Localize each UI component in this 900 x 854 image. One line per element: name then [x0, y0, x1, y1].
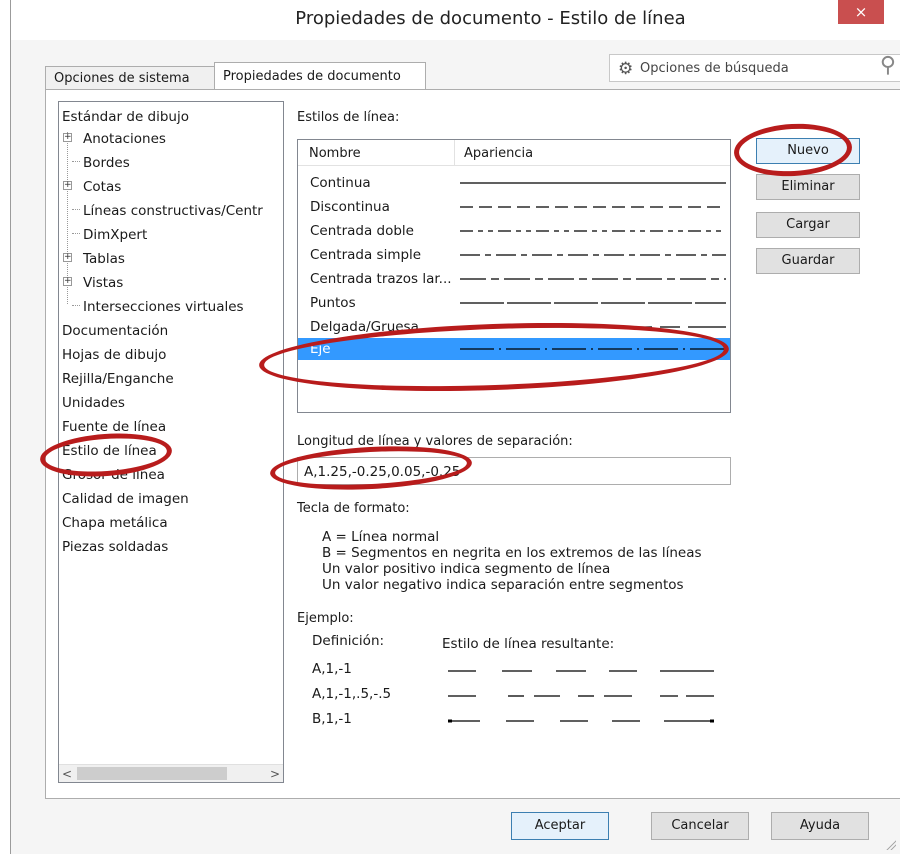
delete-button[interactable]: Eliminar	[756, 174, 860, 200]
tree-item-units[interactable]: Unidades	[62, 392, 125, 414]
line-preview-dashed	[460, 206, 726, 208]
tree-item-grid-snap[interactable]: Rejilla/Enganche	[62, 368, 174, 390]
cancel-button[interactable]: Cancelar	[651, 812, 749, 840]
tree-connector	[72, 209, 80, 210]
format-key-label: Tecla de formato:	[297, 501, 410, 516]
resize-grip-icon[interactable]	[884, 838, 896, 850]
tree-item-annotations[interactable]: Anotaciones	[83, 128, 166, 150]
tree-connector	[72, 233, 80, 234]
format-key-line: B = Segmentos en negrita en los extremos…	[322, 545, 702, 561]
style-name: Centrada simple	[310, 247, 422, 263]
tree-item-sheet-metal[interactable]: Chapa metálica	[62, 512, 168, 534]
format-key-line: A = Línea normal	[322, 529, 440, 545]
list-item[interactable]: Delgada/Gruesa	[298, 316, 730, 338]
tree-item-drawing-sheets[interactable]: Hojas de dibujo	[62, 344, 166, 366]
list-item[interactable]: Centrada trazos lar...	[298, 268, 730, 290]
style-name: Puntos	[310, 295, 356, 311]
tree-item-drawing-standard[interactable]: Estándar de dibujo	[62, 106, 189, 128]
help-button[interactable]: Ayuda	[771, 812, 869, 840]
style-name: Centrada doble	[310, 223, 414, 239]
tree-item-dimensions[interactable]: Cotas	[83, 176, 121, 198]
list-item-selected[interactable]: Eje	[298, 338, 730, 360]
length-values-field[interactable]: A,1.25,-0.25,0.05,-0.25	[297, 457, 731, 485]
tree-item-borders[interactable]: Bordes	[83, 152, 130, 174]
scroll-thumb[interactable]	[77, 767, 227, 780]
example-label: Ejemplo:	[297, 611, 354, 626]
tree-item-dimxpert[interactable]: DimXpert	[83, 224, 147, 246]
example-definition: A,1,-1,.5,-.5	[312, 686, 392, 702]
tree-item-weldments[interactable]: Piezas soldadas	[62, 536, 168, 558]
ok-button[interactable]: Aceptar	[511, 812, 609, 840]
line-preview-continuous	[460, 182, 726, 184]
new-button[interactable]: Nuevo	[756, 138, 860, 164]
format-key-line: Un valor positivo indica segmento de lín…	[322, 561, 611, 577]
line-preview-center-double	[460, 230, 726, 232]
list-header: Nombre Apariencia	[298, 140, 730, 166]
gear-icon[interactable]: ⚙	[618, 59, 633, 79]
expand-icon[interactable]: +	[63, 181, 72, 190]
window-title: Propiedades de documento - Estilo de lín…	[295, 8, 686, 29]
style-name: Delgada/Gruesa	[310, 319, 419, 335]
scroll-left-icon[interactable]: <	[59, 765, 75, 782]
tab-panel: Estándar de dibujo + Anotaciones Bordes …	[45, 89, 900, 799]
line-preview-center-long	[460, 278, 726, 280]
line-preview-dots	[460, 302, 726, 304]
column-header-name[interactable]: Nombre	[309, 146, 361, 161]
example-definition: B,1,-1	[312, 711, 352, 727]
line-preview-axis	[460, 348, 726, 350]
horizontal-scrollbar[interactable]: < >	[59, 764, 283, 782]
style-name: Centrada trazos lar...	[310, 271, 452, 287]
example-definition-header: Definición:	[312, 633, 385, 649]
line-preview-center-single	[460, 254, 726, 256]
tree-item-virtual-intersections[interactable]: Intersecciones virtuales	[83, 296, 244, 318]
expand-icon[interactable]: +	[63, 133, 72, 142]
format-key-line: Un valor negativo indica separación entr…	[322, 577, 684, 593]
line-preview-thin-thick	[460, 326, 726, 328]
save-button[interactable]: Guardar	[756, 248, 860, 274]
tree-item-construction-lines[interactable]: Líneas constructivas/Centr	[83, 200, 263, 222]
tree-item-line-thickness[interactable]: Grosor de línea	[62, 464, 165, 486]
expand-icon[interactable]: +	[63, 253, 72, 262]
title-bar: Propiedades de documento - Estilo de lín…	[11, 0, 900, 40]
dialog-window: Propiedades de documento - Estilo de lín…	[10, 0, 900, 854]
list-item[interactable]: Continua	[298, 172, 730, 194]
example-line-preview	[448, 719, 714, 723]
search-placeholder: Opciones de búsqueda	[640, 61, 789, 76]
example-definition: A,1,-1	[312, 661, 352, 677]
example-line-preview	[448, 695, 714, 697]
tree-item-line-style[interactable]: Estilo de línea	[62, 440, 157, 462]
length-values-text: A,1.25,-0.25,0.05,-0.25	[304, 464, 461, 480]
tree-connector	[72, 161, 80, 162]
load-button[interactable]: Cargar	[756, 212, 860, 238]
length-label: Longitud de línea y valores de separació…	[297, 434, 573, 449]
example-result-header: Estilo de línea resultante:	[442, 636, 615, 652]
list-item[interactable]: Centrada doble	[298, 220, 730, 242]
tree-item-line-font[interactable]: Fuente de línea	[62, 416, 166, 438]
list-item[interactable]: Puntos	[298, 292, 730, 314]
tree-item-tables[interactable]: Tablas	[83, 248, 125, 270]
close-button[interactable]: ×	[838, 0, 884, 24]
tree-item-documentation[interactable]: Documentación	[62, 320, 168, 342]
options-tree[interactable]: Estándar de dibujo + Anotaciones Bordes …	[58, 101, 284, 783]
style-name: Continua	[310, 175, 371, 191]
line-styles-list[interactable]: Nombre Apariencia Continua Discontinua C…	[297, 139, 731, 413]
tree-item-views[interactable]: Vistas	[83, 272, 123, 294]
style-name: Discontinua	[310, 199, 390, 215]
column-header-appearance[interactable]: Apariencia	[464, 146, 533, 161]
search-input[interactable]: ⚙ Opciones de búsqueda ⚲	[609, 53, 900, 82]
tab-system-options[interactable]: Opciones de sistema	[45, 66, 215, 90]
search-icon[interactable]: ⚲	[880, 53, 896, 78]
list-item[interactable]: Centrada simple	[298, 244, 730, 266]
expand-icon[interactable]: +	[63, 277, 72, 286]
scroll-right-icon[interactable]: >	[267, 765, 283, 782]
tree-item-image-quality[interactable]: Calidad de imagen	[62, 488, 189, 510]
styles-label: Estilos de línea:	[297, 110, 400, 125]
style-name: Eje	[310, 341, 331, 357]
example-line-preview	[448, 670, 714, 672]
tab-document-properties[interactable]: Propiedades de documento	[214, 62, 426, 91]
tree-connector	[72, 305, 80, 306]
column-separator	[454, 140, 455, 166]
list-item[interactable]: Discontinua	[298, 196, 730, 218]
